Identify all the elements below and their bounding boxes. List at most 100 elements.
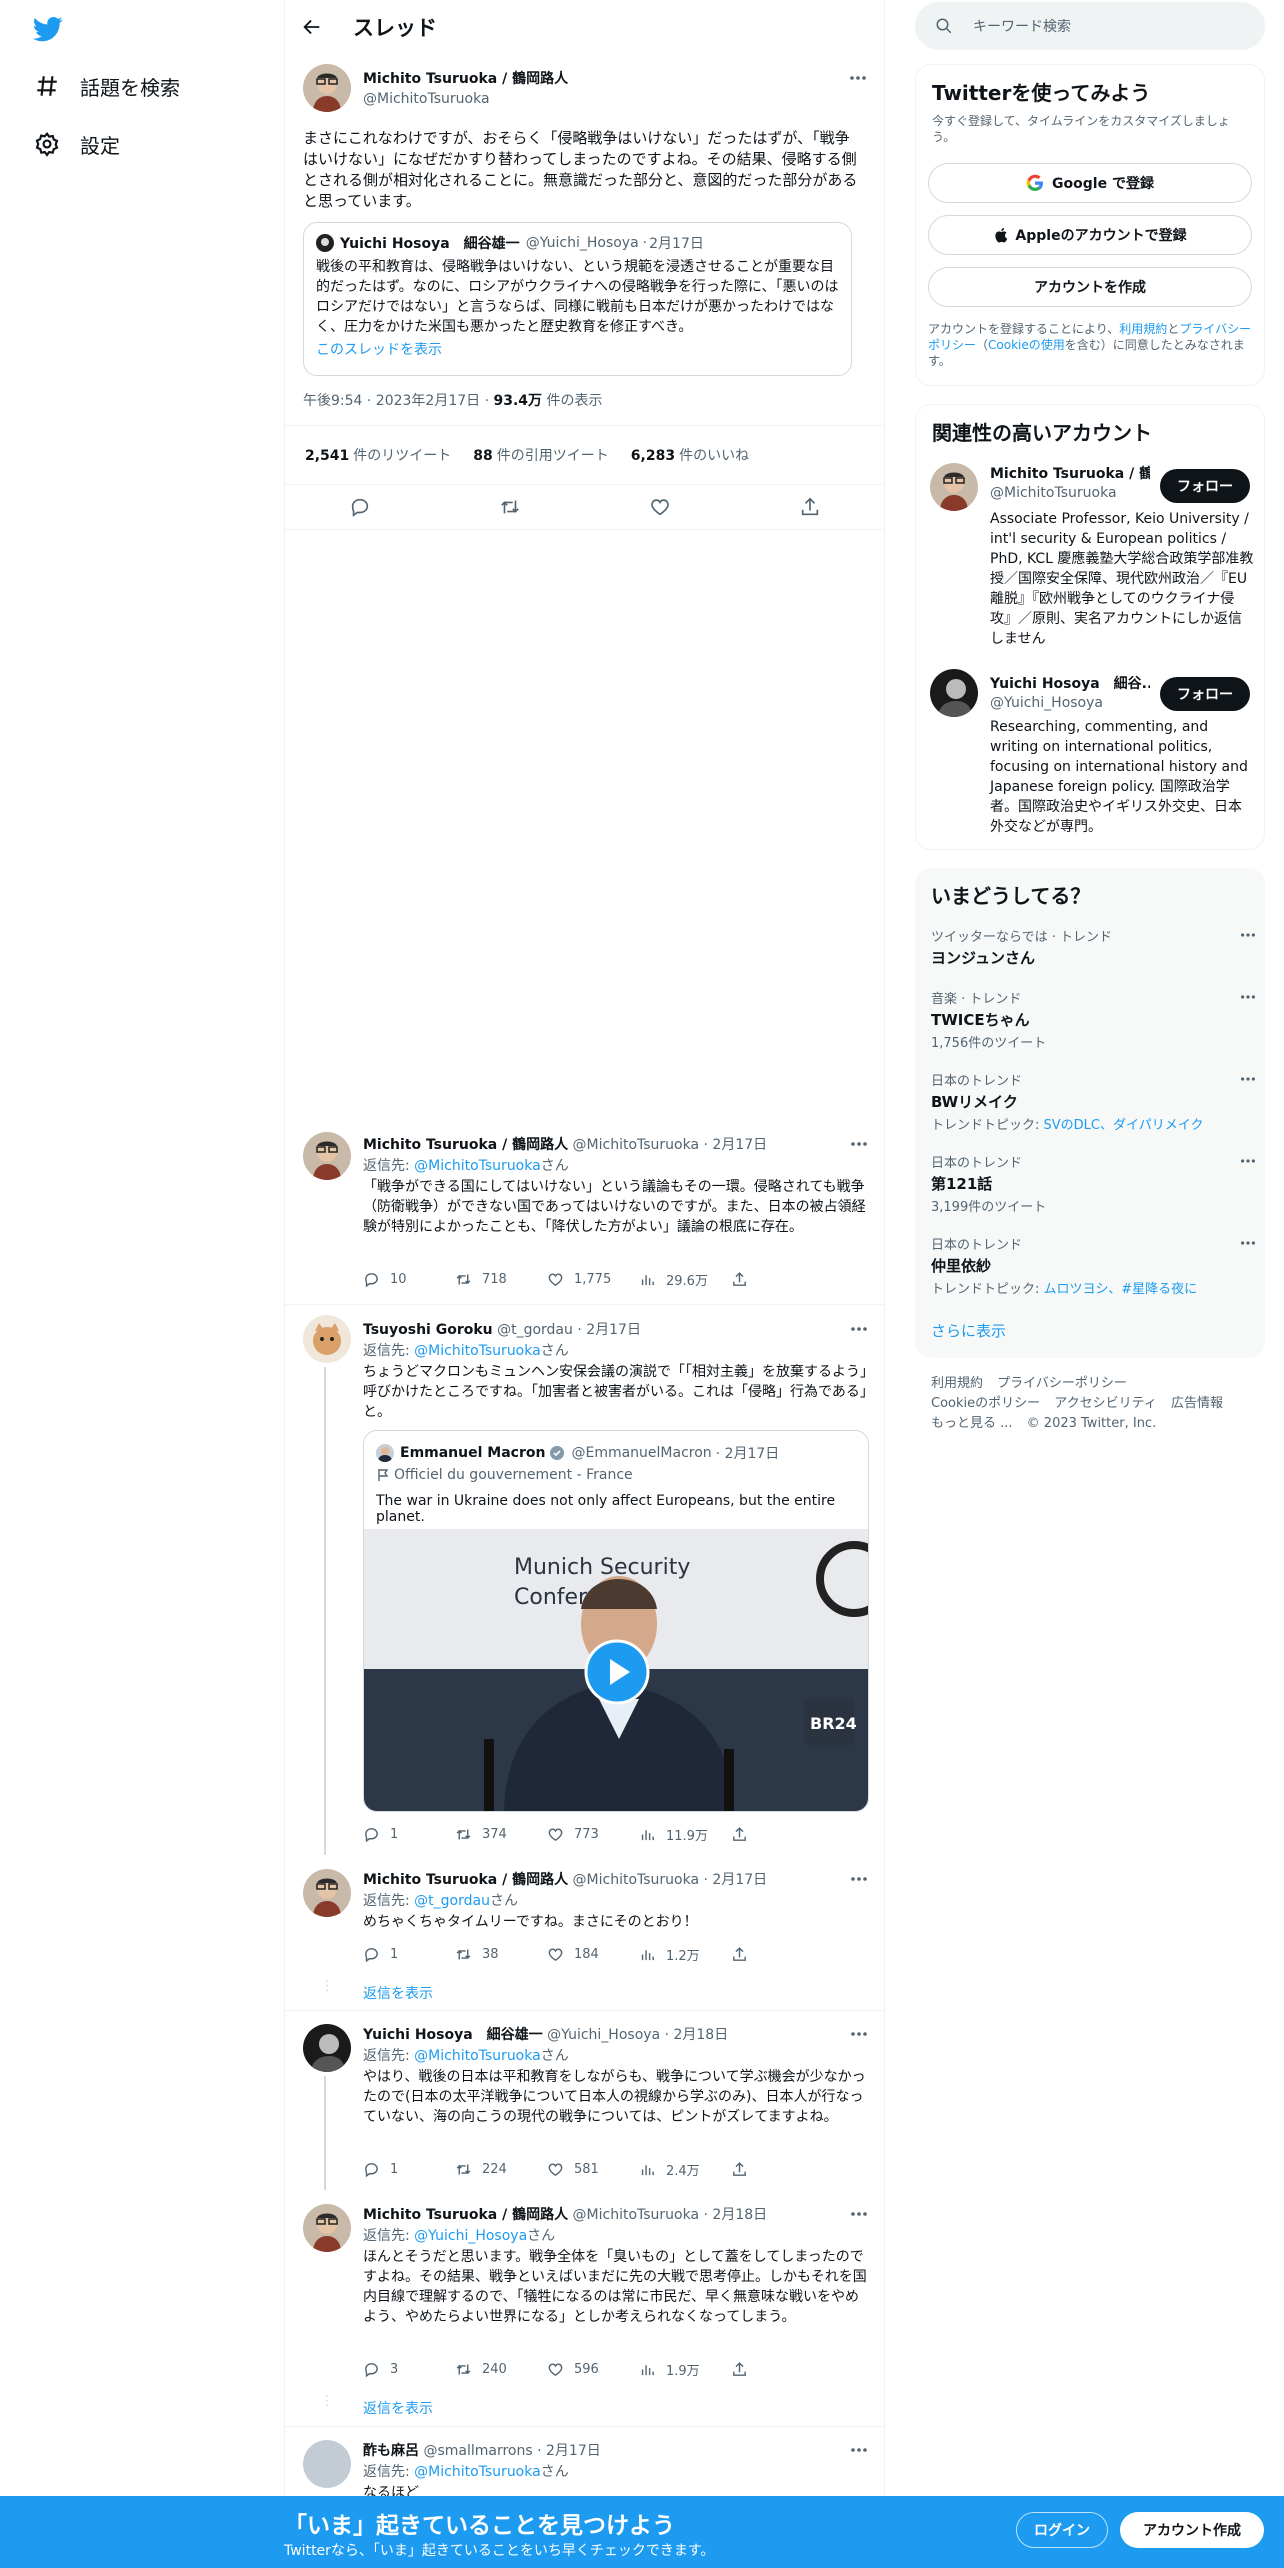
retweet-button[interactable]: 224 [455,2161,547,2178]
reply-tweet[interactable]: Yuichi Hosoya 細谷雄一 @Yuichi_Hosoya · 2月18… [285,2010,885,2190]
reply-date[interactable]: · 2月17日 [537,2443,601,2459]
reply-date[interactable]: · 2月17日 [704,1137,768,1153]
reply-author-name[interactable]: 酢も麻呂 [363,2443,419,2459]
avatar[interactable] [303,64,351,112]
reply-author-name[interactable]: Tsuyoshi Goroku [363,1322,493,1338]
share-button[interactable] [731,1946,823,1963]
avatar[interactable] [303,2440,351,2488]
trend-item[interactable]: 日本のトレンド 仲里依紗 トレンドトピック: ムロツヨシ、#星降る夜に [931,1234,1256,1297]
reply-to-link[interactable]: @MichitoTsuruoka [414,2464,541,2480]
account-info[interactable]: Michito Tsuruoka / 鶴... @MichitoTsuruoka [990,463,1150,501]
reply-to-link[interactable]: @t_gordau [414,1893,490,1909]
avatar[interactable] [303,2204,351,2252]
cookie-link[interactable]: Cookieの使用 [988,338,1065,352]
reply-to-link[interactable]: @Yuichi_Hosoya [414,2228,527,2244]
main-tweet-handle[interactable]: @MichitoTsuruoka [363,91,568,107]
footer-more[interactable]: もっと見る ... [931,1416,1013,1431]
trend-topics-links[interactable]: ムロツヨシ、#星降る夜に [1044,1282,1198,1297]
retweet-button[interactable]: 38 [455,1946,547,1963]
heart-icon[interactable] [649,496,671,518]
footer-privacy[interactable]: プライバシーポリシー [997,1376,1127,1391]
search-input[interactable]: キーワード検索 [915,2,1265,50]
reply-to-link[interactable]: @MichitoTsuruoka [414,1158,541,1174]
avatar[interactable] [930,669,978,717]
trend-topics-links[interactable]: SVのDLC、ダイパリメイク [1044,1118,1204,1133]
retweet-icon[interactable] [499,496,521,518]
reply-to-link[interactable]: @MichitoTsuruoka [414,2048,541,2064]
google-signup-button[interactable]: Google で登録 [928,163,1252,203]
footer-cookie[interactable]: Cookieのポリシー [931,1396,1040,1411]
tweet-time[interactable]: 午後9:54 · 2023年2月17日 · [303,393,494,409]
play-icon[interactable] [584,1639,650,1705]
like-button[interactable]: 184 [547,1946,639,1963]
like-button[interactable]: 581 [547,2161,639,2178]
more-icon[interactable] [1239,1234,1257,1252]
show-replies-link[interactable]: 返信を表示 [363,2398,433,2418]
show-thread-link[interactable]: このスレッドを表示 [316,339,839,359]
share-button[interactable] [731,1271,823,1288]
terms-link[interactable]: 利用規約 [1119,322,1167,336]
reply-author-name[interactable]: Yuichi Hosoya 細谷雄一 [363,2027,543,2043]
retweet-button[interactable]: 240 [455,2361,547,2378]
reply-icon[interactable] [349,496,371,518]
views-button[interactable]: 29.6万 [639,1270,731,1289]
main-tweet-name[interactable]: Michito Tsuruoka / 鶴岡路人 [363,68,568,88]
retweets-stat[interactable]: 2,541 件のリツイート [305,445,451,465]
reply-date[interactable]: · 2月17日 [577,1322,641,1338]
video-thumbnail[interactable]: Munich Security Conference BR24 [364,1529,868,1811]
login-button[interactable]: ログイン [1016,2512,1108,2548]
more-icon[interactable] [1239,926,1257,944]
follow-button[interactable]: フォロー [1160,469,1250,503]
reply-author-name[interactable]: Michito Tsuruoka / 鶴岡路人 [363,2207,568,2223]
back-arrow-icon[interactable] [301,16,323,38]
more-icon[interactable] [849,1319,869,1339]
reply-author-name[interactable]: Michito Tsuruoka / 鶴岡路人 [363,1872,568,1888]
follow-button[interactable]: フォロー [1160,677,1250,711]
share-button[interactable] [731,1826,823,1843]
reply-button[interactable]: 1 [363,1826,455,1843]
create-account-button[interactable]: アカウントを作成 [928,267,1252,307]
show-more-link[interactable]: さらに表示 [931,1320,1006,1341]
more-icon[interactable] [849,1869,869,1889]
share-icon[interactable] [799,496,821,518]
reply-author-name[interactable]: Michito Tsuruoka / 鶴岡路人 [363,1137,568,1153]
trend-item[interactable]: 日本のトレンド 第121話 3,199件のツイート [931,1152,1256,1215]
avatar[interactable] [303,2024,351,2072]
avatar[interactable] [303,1132,351,1180]
like-button[interactable]: 1,775 [547,1271,639,1288]
likes-stat[interactable]: 6,283 件のいいね [631,445,749,465]
more-icon[interactable] [848,68,868,88]
reply-date[interactable]: · 2月18日 [704,2207,768,2223]
views-button[interactable]: 1.9万 [639,2360,731,2379]
like-button[interactable]: 596 [547,2361,639,2378]
avatar[interactable] [930,463,978,511]
more-icon[interactable] [1239,1152,1257,1170]
show-replies-link[interactable]: 返信を表示 [363,1983,433,2003]
account-info[interactable]: Yuichi Hosoya 細谷... @Yuichi_Hosoya [990,673,1150,711]
reply-tweet[interactable]: Michito Tsuruoka / 鶴岡路人 @MichitoTsuruoka… [285,2190,885,2426]
avatar[interactable] [303,1869,351,1917]
footer-ads[interactable]: 広告情報 [1171,1396,1223,1411]
trend-item[interactable]: ツイッターならでは · トレンド ヨンジュンさん [931,926,1256,968]
avatar[interactable] [303,1315,351,1363]
reply-tweet[interactable]: Michito Tsuruoka / 鶴岡路人 @MichitoTsuruoka… [285,1120,885,1305]
more-icon[interactable] [849,2440,869,2460]
reply-button[interactable]: 3 [363,2361,455,2378]
nav-explore[interactable]: 話題を検索 [34,66,180,106]
views-button[interactable]: 1.2万 [639,1945,731,1964]
more-icon[interactable] [849,2204,869,2224]
reply-button[interactable]: 10 [363,1271,455,1288]
views-button[interactable]: 2.4万 [639,2160,731,2179]
quotes-stat[interactable]: 88 件の引用ツイート [473,445,608,465]
reply-date[interactable]: · 2月18日 [665,2027,729,2043]
share-button[interactable] [731,2161,823,2178]
footer-terms[interactable]: 利用規約 [931,1376,983,1391]
more-icon[interactable] [849,2024,869,2044]
reply-button[interactable]: 1 [363,1946,455,1963]
trend-item[interactable]: 日本のトレンド BWリメイク トレンドトピック: SVのDLC、ダイパリメイク [931,1070,1256,1133]
more-icon[interactable] [1239,988,1257,1006]
quoted-tweet-card[interactable]: Yuichi Hosoya 細谷雄一 @Yuichi_Hosoya · 2月17… [303,222,852,376]
quoted-tweet-card[interactable]: Emmanuel Macron @EmmanuelMacron · 2月17日 … [363,1430,869,1812]
more-icon[interactable] [849,1134,869,1154]
reply-tweet[interactable]: 酢も麻呂 @smallmarrons · 2月17日 返信先: @Michito… [285,2426,885,2501]
